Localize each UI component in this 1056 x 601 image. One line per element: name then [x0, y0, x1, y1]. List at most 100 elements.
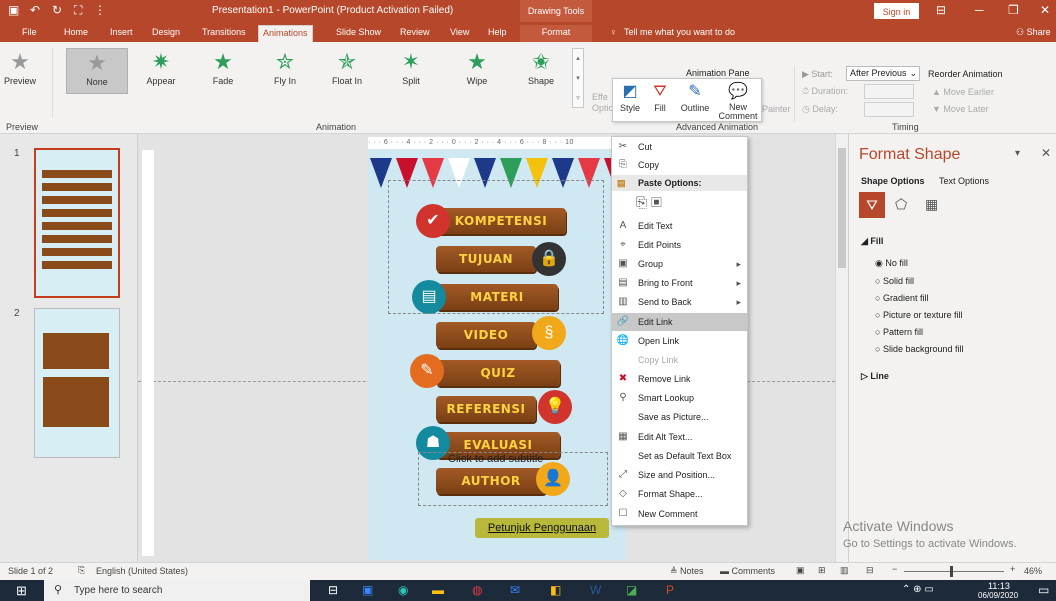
tab-insert[interactable]: Insert [106, 25, 137, 42]
pane-options-icon[interactable]: ▾ [1015, 148, 1020, 159]
notes-button[interactable]: ≜ Notes [670, 566, 704, 577]
effects-icon[interactable]: ⬠ [895, 196, 907, 213]
menu-item-send-to-back[interactable]: ▥ Send to Back ▸ [612, 293, 747, 311]
animation-shape[interactable]: ✬ Shape [516, 48, 566, 86]
new-comment-button[interactable]: 💬 New Comment [717, 81, 759, 121]
paste-option-icons[interactable]: ⎘ ▣ [636, 194, 662, 211]
slide-sorter-icon[interactable]: ⊞ [818, 565, 826, 576]
app-icon[interactable]: ◧ [550, 583, 561, 597]
menu-plank-video[interactable]: VIDEO [436, 322, 536, 348]
ribbon-display-icon[interactable]: ⊟ [936, 3, 946, 17]
duration-input[interactable] [864, 84, 914, 99]
scroll-thumb[interactable] [838, 148, 846, 268]
move-earlier-button[interactable]: ▲ Move Earlier [932, 87, 994, 97]
menu-item-group[interactable]: ▣ Group ▸ [612, 255, 747, 273]
minimize-icon[interactable]: ─ [975, 3, 984, 17]
outline-button[interactable]: ✎ Outline [677, 81, 713, 113]
vertical-scrollbar[interactable] [835, 134, 848, 562]
redo-icon[interactable]: ↻ [52, 3, 62, 17]
tab-shape-options[interactable]: Shape Options [861, 176, 925, 186]
animation-appear[interactable]: ✷ Appear [136, 48, 186, 86]
gallery-scroll[interactable]: ▴ ▾ ▿ [572, 48, 584, 108]
normal-view-icon[interactable]: ▣ [796, 565, 805, 576]
tray-icons[interactable]: ⌃ ⊕ ▭ [902, 584, 934, 595]
radio-slide-background-fill[interactable]: ○ Slide background fill [875, 344, 964, 354]
tab-text-options[interactable]: Text Options [939, 176, 989, 186]
fill-button[interactable]: ⛛ Fill [647, 81, 673, 113]
animation-split[interactable]: ✶ Split [386, 48, 436, 86]
preview-button[interactable]: ★ Preview [4, 48, 36, 86]
delay-input[interactable] [864, 102, 914, 117]
edge-icon[interactable]: ◉ [398, 583, 408, 597]
word-icon[interactable]: W [590, 583, 601, 597]
line-section[interactable]: ▷ Line [861, 371, 889, 382]
tab-animations[interactable]: Animations [258, 25, 313, 42]
tab-help[interactable]: Help [484, 25, 511, 42]
animation-fade[interactable]: ★ Fade [198, 48, 248, 86]
start-from-beginning-icon[interactable]: ⛶ [74, 3, 82, 18]
subtitle-placeholder[interactable]: Click to add subtitle [448, 453, 543, 465]
save-icon[interactable]: ▣ [8, 3, 19, 17]
menu-plank-quiz[interactable]: QUIZ [436, 360, 560, 386]
size-properties-icon[interactable]: ▦ [925, 196, 938, 213]
zoom-in-icon[interactable]: + [1010, 564, 1015, 574]
fill-line-icon[interactable]: ⛛ [859, 192, 885, 218]
radio-solid-fill[interactable]: ○ Solid fill [875, 276, 914, 286]
tab-transitions[interactable]: Transitions [198, 25, 250, 42]
radio-no-fill[interactable]: ◉ No fill [875, 258, 908, 269]
file-explorer-icon[interactable]: ▬ [432, 583, 444, 597]
zoom-slider[interactable] [904, 571, 1004, 572]
customize-qat-icon[interactable]: ⋮ [94, 3, 106, 17]
store-icon[interactable]: ▣ [362, 583, 373, 597]
menu-item-bring-to-front[interactable]: ▤ Bring to Front ▸ [612, 274, 747, 292]
menu-item-remove-link[interactable]: ✖ Remove Link [612, 370, 747, 388]
menu-item-cut[interactable]: ✂ Cut [612, 138, 747, 156]
menu-item-new-comment[interactable]: ☐ New Comment [612, 505, 747, 523]
tab-format[interactable]: Format [520, 25, 592, 42]
taskbar-search-box[interactable]: ⚲ Type here to search [44, 580, 310, 601]
windows-start-icon[interactable]: ⊞ [16, 583, 27, 599]
mail-icon[interactable]: ✉ [510, 583, 520, 597]
tab-file[interactable]: File [18, 25, 41, 42]
tab-slide-show[interactable]: Slide Show [332, 25, 385, 42]
tell-me-input[interactable]: Tell me what you want to do [620, 25, 739, 42]
animation-fly-in[interactable]: ✮ Fly In [260, 48, 310, 86]
menu-item-save-as-picture[interactable]: Save as Picture... [612, 408, 747, 426]
close-pane-icon[interactable]: ✕ [1041, 146, 1051, 160]
radio-picture-fill[interactable]: ○ Picture or texture fill [875, 310, 962, 320]
radio-pattern-fill[interactable]: ○ Pattern fill [875, 327, 923, 337]
menu-item-smart-lookup[interactable]: ⚲ Smart Lookup [612, 389, 747, 407]
maximize-icon[interactable]: ❐ [1008, 3, 1019, 17]
slideshow-icon[interactable]: ⊟ [866, 565, 874, 576]
slide-canvas[interactable]: KOMPETENSI TUJUAN MATERI VIDEO QUIZ REFE… [368, 150, 626, 560]
style-button[interactable]: ◩ Style [617, 81, 643, 113]
menu-plank-referensi[interactable]: REFERENSI [436, 396, 536, 422]
zoom-out-icon[interactable]: − [892, 564, 897, 574]
notifications-icon[interactable]: ▭ [1038, 583, 1049, 597]
animation-wipe[interactable]: ★ Wipe [452, 48, 502, 86]
petunjuk-button[interactable]: Petunjuk Penggunaan [475, 518, 609, 538]
menu-item-edit-text[interactable]: A Edit Text [612, 217, 747, 235]
slide-thumbnail-1[interactable] [34, 148, 120, 298]
animation-none[interactable]: ★ None [66, 48, 128, 94]
share-button[interactable]: ⚇ Share [1012, 25, 1055, 42]
slide-thumbnail-2[interactable] [34, 308, 120, 458]
chrome-icon[interactable]: ◍ [472, 583, 482, 597]
start-dropdown[interactable]: After Previous ⌄ [846, 66, 920, 81]
sign-in-button[interactable]: Sign in [874, 3, 919, 19]
powerpoint-icon[interactable]: P [666, 583, 674, 597]
menu-item-set-default-text-box[interactable]: Set as Default Text Box [612, 447, 747, 465]
zoom-level[interactable]: 46% [1024, 566, 1042, 576]
zoom-slider-thumb[interactable] [950, 566, 953, 577]
tab-view[interactable]: View [446, 25, 473, 42]
menu-item-edit-link[interactable]: 🔗 Edit Link [612, 313, 747, 331]
reading-view-icon[interactable]: ▥ [840, 565, 849, 576]
photo-app-icon[interactable]: ◪ [626, 583, 637, 597]
tab-design[interactable]: Design [148, 25, 184, 42]
animation-float-in[interactable]: ✯ Float In [322, 48, 372, 86]
undo-icon[interactable]: ↶ [30, 3, 40, 17]
menu-item-edit-alt-text[interactable]: ▦ Edit Alt Text... [612, 428, 747, 446]
language-status[interactable]: English (United States) [96, 566, 188, 576]
close-icon[interactable]: ✕ [1040, 3, 1050, 17]
fill-section[interactable]: ◢ Fill [861, 236, 883, 247]
